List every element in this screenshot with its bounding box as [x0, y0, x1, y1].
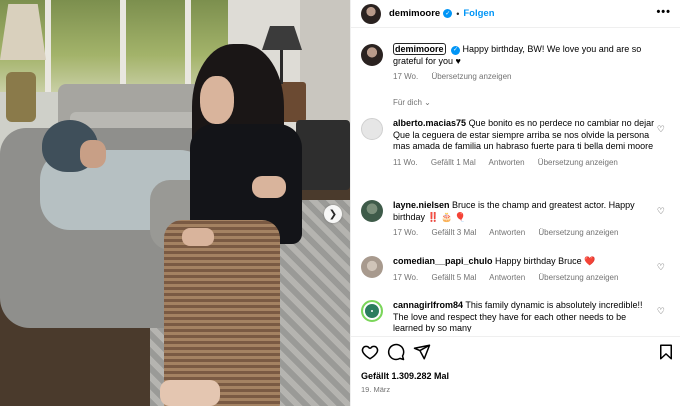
comment-age: 17 Wo. [393, 272, 419, 282]
reply-button[interactable]: Antworten [489, 158, 525, 167]
translate-link[interactable]: Übersetzung anzeigen [538, 228, 618, 237]
author-username[interactable]: demimoore [389, 8, 440, 19]
avatar[interactable] [361, 200, 383, 222]
translate-link[interactable]: Übersetzung anzeigen [431, 72, 511, 81]
post-photo[interactable]: ❯ [0, 0, 350, 406]
post-header: demimoore ✓ • Folgen ••• [351, 0, 680, 28]
verified-badge-icon: ✓ [451, 46, 461, 56]
post-date: 19. März [361, 385, 391, 394]
post-sidebar: demimoore ✓ • Folgen ••• demimoore ✓ Hap… [350, 0, 680, 406]
comment-text: Happy birthday Bruce ❤️ [495, 256, 596, 266]
avatar[interactable] [361, 118, 383, 140]
comment-age: 11 Wo. [393, 157, 418, 167]
heart-outline-icon[interactable]: ♡ [657, 206, 665, 217]
comment-age: 17 Wo. [393, 228, 419, 237]
avatar[interactable] [361, 256, 383, 278]
comment-bubble-icon[interactable] [387, 343, 405, 361]
caption-age: 17 Wo. [393, 72, 419, 81]
reply-button[interactable]: Antworten [489, 228, 525, 237]
heart-outline-icon[interactable]: ♡ [657, 306, 665, 317]
separator: • [456, 8, 460, 19]
heart-outline-icon[interactable] [361, 343, 379, 361]
follow-button[interactable]: Folgen [463, 8, 494, 19]
comment-likes[interactable]: Gefällt 3 Mal [431, 228, 476, 237]
paper-plane-icon[interactable] [413, 343, 431, 361]
reply-button[interactable]: Antworten [489, 273, 525, 282]
chevron-down-icon: ⌄ [424, 98, 431, 107]
action-bar: Gefällt 1.309.282 Mal 19. März [351, 336, 680, 406]
comment-username[interactable]: comedian__papi_chulo [393, 256, 493, 266]
avatar[interactable] [361, 3, 381, 24]
for-you-toggle[interactable]: Für dich ⌄ [393, 98, 431, 107]
translate-link[interactable]: Übersetzung anzeigen [538, 273, 618, 282]
comment-likes[interactable]: Gefällt 1 Mal [431, 158, 476, 167]
avatar[interactable] [361, 44, 383, 66]
caption-username[interactable]: demimoore [393, 43, 446, 55]
comment-username[interactable]: layne.nielsen [393, 200, 450, 210]
translate-link[interactable]: Übersetzung anzeigen [538, 158, 618, 167]
chevron-right-icon[interactable]: ❯ [324, 205, 342, 223]
comment-likes[interactable]: Gefällt 5 Mal [431, 273, 476, 282]
comments-scroll[interactable]: demimoore ✓ Happy birthday, BW! We love … [351, 36, 680, 332]
heart-outline-icon[interactable]: ♡ [657, 262, 665, 273]
like-count[interactable]: Gefällt 1.309.282 Mal [361, 371, 449, 381]
verified-badge-icon: ✓ [443, 9, 453, 18]
instagram-post-view: ❯ demimoore ✓ • Folgen ••• demimoore ✓ H… [0, 0, 680, 406]
avatar[interactable] [361, 300, 383, 322]
more-options-icon[interactable]: ••• [656, 6, 671, 18]
bookmark-icon[interactable] [657, 343, 675, 361]
heart-outline-icon[interactable]: ♡ [657, 124, 665, 135]
comment-username[interactable]: cannagirlfrom84 [393, 300, 463, 310]
comment-username[interactable]: alberto.macias75 [393, 118, 466, 128]
